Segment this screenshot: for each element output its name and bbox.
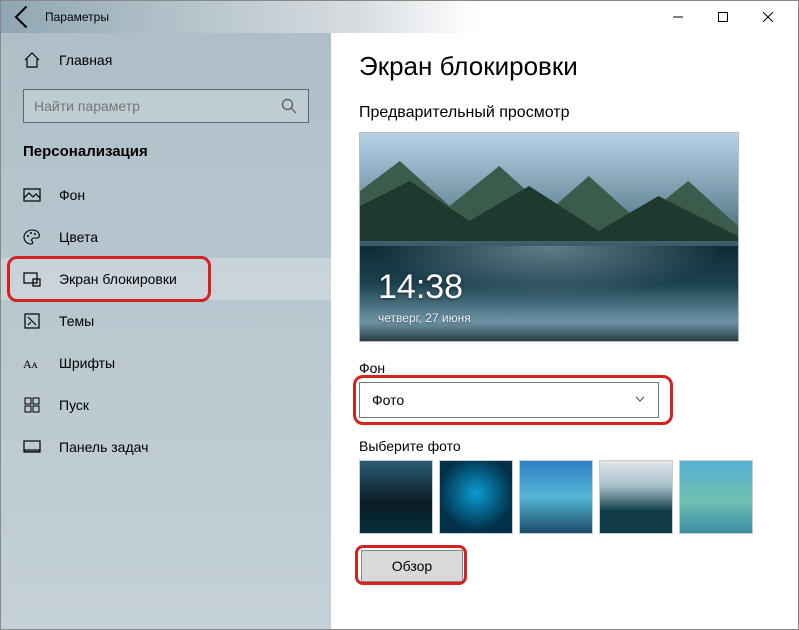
search-input[interactable] [23,89,309,123]
section-heading: Персонализация [1,137,331,174]
photo-thumb[interactable] [519,460,593,534]
taskbar-icon [23,438,41,456]
sidebar-item-colors[interactable]: Цвета [1,216,331,258]
nav-label: Панель задач [59,439,148,455]
photo-thumbnails [359,460,770,534]
lockscreen-preview: 14:38 четверг, 27 июня [359,132,739,342]
nav-label: Пуск [59,397,89,413]
browse-label: Обзор [392,558,432,574]
svg-text:Aᴀ: Aᴀ [23,357,39,371]
fonts-icon: Aᴀ [23,354,41,372]
picture-icon [23,186,41,204]
choose-photo-label: Выберите фото [359,438,770,454]
window-title: Параметры [45,10,109,24]
photo-thumb[interactable] [439,460,513,534]
lockscreen-icon [23,270,41,288]
sidebar-item-background[interactable]: Фон [1,174,331,216]
maximize-button[interactable] [700,1,745,33]
nav-label: Шрифты [59,355,115,371]
close-button[interactable] [745,1,790,33]
nav-label: Фон [59,187,85,203]
themes-icon [23,312,41,330]
nav-label: Экран блокировки [59,271,177,287]
content-pane: Экран блокировки Предварительный просмот… [331,33,798,629]
nav-label: Цвета [59,229,98,245]
chevron-down-icon [634,392,646,408]
sidebar-item-fonts[interactable]: Aᴀ Шрифты [1,342,331,384]
nav-label: Темы [59,313,94,329]
photo-thumb[interactable] [679,460,753,534]
photo-thumb[interactable] [599,460,673,534]
palette-icon [23,228,41,246]
titlebar: Параметры [1,1,798,33]
background-label: Фон [359,360,770,376]
back-button[interactable] [9,3,37,31]
dropdown-value: Фото [372,392,404,408]
background-dropdown[interactable]: Фото [359,382,659,418]
start-icon [23,396,41,414]
preview-label: Предварительный просмотр [359,104,770,122]
preview-time: 14:38 [378,268,463,307]
sidebar-item-themes[interactable]: Темы [1,300,331,342]
search-field[interactable] [34,98,280,114]
preview-date: четверг, 27 июня [378,311,471,325]
home-link[interactable]: Главная [1,41,331,79]
sidebar-item-taskbar[interactable]: Панель задач [1,426,331,468]
search-icon [280,97,298,115]
minimize-button[interactable] [655,1,700,33]
photo-thumb[interactable] [359,460,433,534]
home-icon [23,51,41,69]
page-title: Экран блокировки [359,51,770,82]
home-label: Главная [59,52,112,68]
browse-button[interactable]: Обзор [361,550,463,582]
sidebar: Главная Персонализация Фон Цвета [1,33,331,629]
sidebar-item-lockscreen[interactable]: Экран блокировки [1,258,331,300]
sidebar-item-start[interactable]: Пуск [1,384,331,426]
